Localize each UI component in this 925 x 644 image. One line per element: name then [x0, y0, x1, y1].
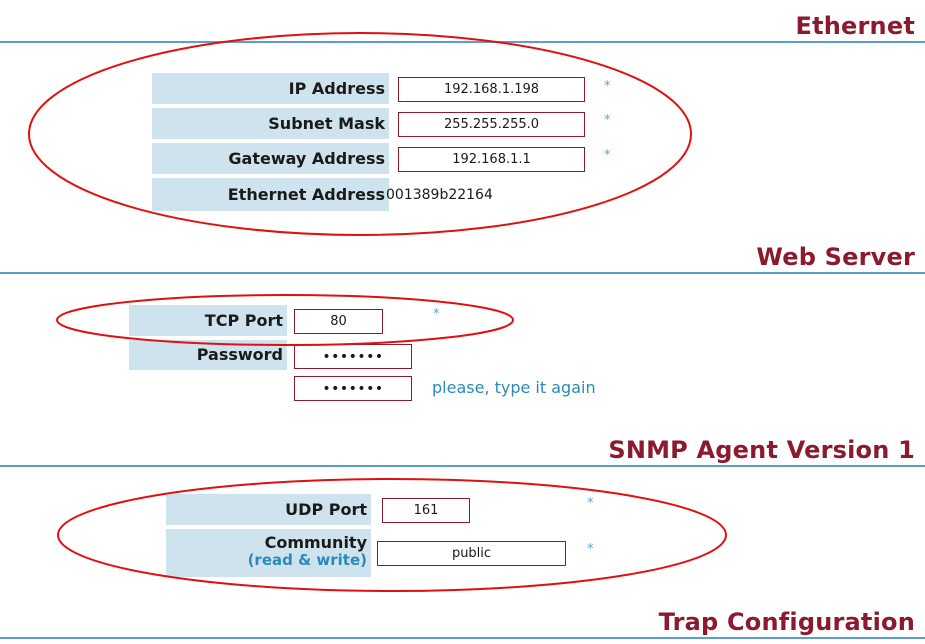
web-server-section-title: Web Server: [756, 243, 915, 271]
password-input[interactable]: [294, 344, 412, 369]
ethernet-section-title: Ethernet: [795, 12, 915, 40]
udp-port-input[interactable]: [382, 498, 470, 523]
udp-port-label: UDP Port: [166, 494, 371, 525]
section-divider: [0, 637, 925, 639]
required-indicator: *: [587, 542, 594, 557]
tcp-port-input[interactable]: [294, 309, 383, 334]
section-divider: [0, 465, 925, 467]
password-confirm-hint: please, type it again: [432, 378, 596, 397]
trap-section-title: Trap Configuration: [658, 608, 915, 636]
community-input[interactable]: [377, 541, 566, 566]
community-sublabel: (read & write): [247, 551, 367, 569]
section-divider: [0, 272, 925, 274]
snmp-section-title: SNMP Agent Version 1: [608, 436, 915, 464]
section-divider: [0, 41, 925, 43]
password-confirm-input[interactable]: [294, 376, 412, 401]
ip-address-input[interactable]: [398, 77, 585, 102]
password-label: Password: [129, 340, 287, 370]
subnet-mask-input[interactable]: [398, 112, 585, 137]
ethernet-address-value: 001389b22164: [386, 187, 493, 203]
gateway-address-input[interactable]: [398, 147, 585, 172]
required-indicator: *: [604, 113, 611, 128]
required-indicator: *: [604, 79, 611, 94]
gateway-address-label: Gateway Address: [152, 143, 389, 174]
required-indicator: *: [587, 496, 594, 511]
ethernet-address-label: Ethernet Address: [152, 178, 389, 211]
community-label: Community (read & write): [166, 529, 371, 577]
subnet-mask-label: Subnet Mask: [152, 108, 389, 139]
annotation-ellipse-snmp: [57, 478, 727, 592]
required-indicator: *: [433, 307, 440, 322]
tcp-port-label: TCP Port: [129, 305, 287, 336]
required-indicator: *: [604, 148, 611, 163]
community-label-text: Community: [264, 533, 367, 552]
ip-address-label: IP Address: [152, 73, 389, 104]
